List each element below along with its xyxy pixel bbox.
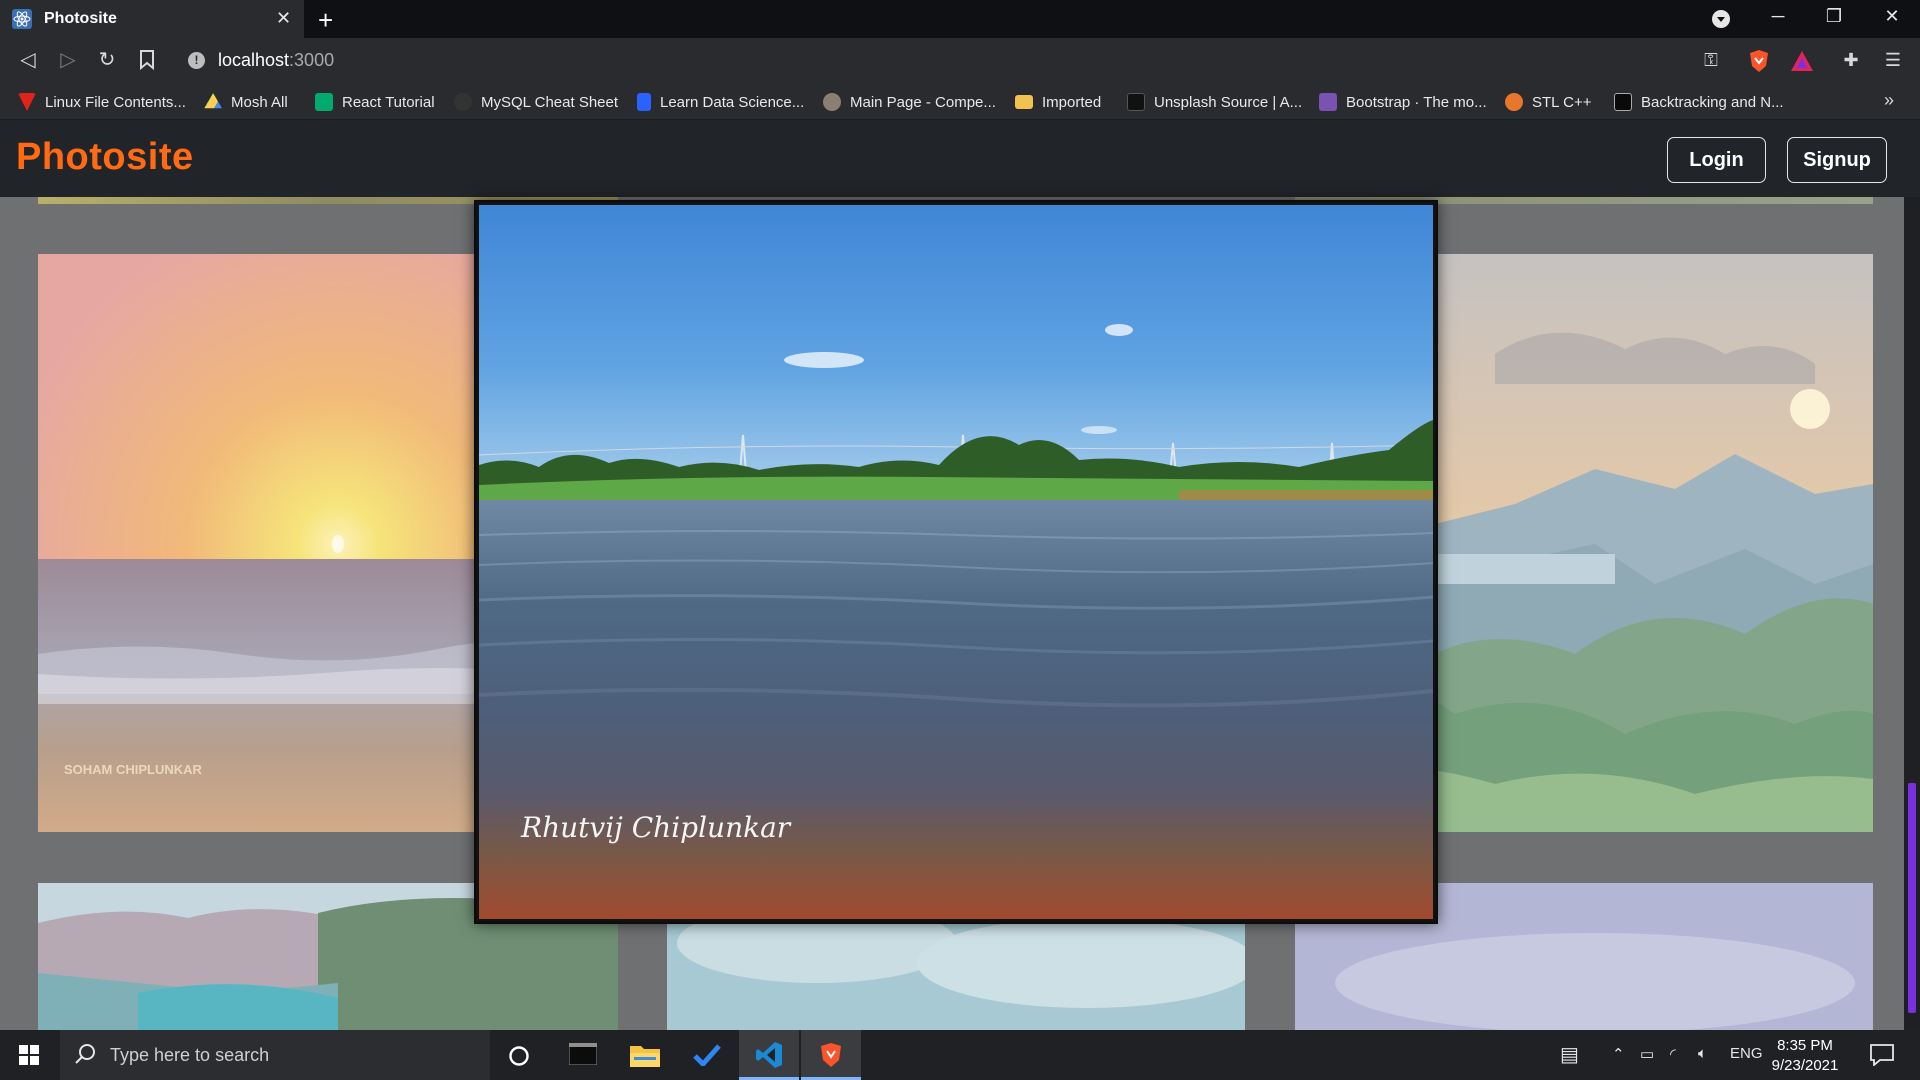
bookmark-item[interactable]: Imported (1015, 92, 1101, 112)
doc-icon (637, 93, 651, 111)
browser-tab[interactable]: Photosite ✕ (0, 0, 304, 38)
terminal-icon (569, 1043, 597, 1065)
play-icon (1614, 93, 1632, 111)
taskbar-search-input[interactable]: Type here to search (60, 1030, 490, 1080)
cortana-icon[interactable] (508, 1045, 530, 1067)
photo-signature: Rhutvij Chiplunkar (520, 811, 792, 844)
notification-icon[interactable] (1870, 1044, 1894, 1066)
vscode-app[interactable] (739, 1030, 799, 1080)
bookmark-item[interactable]: Unsplash Source | A... (1127, 92, 1302, 112)
browser-tab-strip: Photosite ✕ + ─ ❐ ✕ (0, 0, 1920, 38)
news-icon[interactable]: ▤ (1560, 1042, 1579, 1067)
taskbar-clock[interactable]: 8:35 PM 9/23/2021 (1750, 1036, 1860, 1076)
windows-taskbar: Type here to search ▤ ⌃ ▭ ◜ 🔈︎ ENG 8:35 … (0, 1030, 1920, 1080)
wiki-icon (823, 93, 841, 111)
brave-rewards-icon[interactable] (1790, 50, 1814, 72)
tab-title: Photosite (44, 10, 117, 27)
page-scrollbar[interactable] (1904, 197, 1920, 1030)
bookmarks-bar: Linux File Contents... Mosh All React Tu… (0, 82, 1920, 120)
lake-photo: Rhutvij Chiplunkar (479, 205, 1433, 919)
minimize-icon[interactable]: ─ (1758, 6, 1798, 27)
key-icon[interactable]: ⚿ (1698, 47, 1724, 73)
brand-logo[interactable]: Photosite (16, 136, 194, 179)
menu-icon[interactable]: ☰ (1880, 47, 1906, 73)
extensions-icon[interactable]: ✚ (1838, 47, 1864, 73)
wifi-icon[interactable]: ◜ (1670, 1045, 1676, 1063)
bookmark-icon[interactable] (139, 50, 155, 70)
page-viewport: Photosite Login Signup SOHAM CHIPLUNKAR … (0, 120, 1920, 1030)
brave-shields-icon[interactable] (1748, 49, 1770, 73)
checkmark-icon (693, 1044, 721, 1066)
file-explorer-app[interactable] (615, 1030, 675, 1080)
site-info-icon[interactable]: ! (188, 52, 205, 69)
red-triangle-icon (18, 93, 36, 111)
bookmark-item[interactable]: Backtracking and N... (1614, 92, 1784, 112)
terminal-app[interactable] (553, 1030, 613, 1080)
window-close-icon[interactable]: ✕ (1872, 6, 1912, 27)
volume-icon[interactable]: 🔈︎ (1698, 1045, 1707, 1062)
folder-icon (1015, 95, 1033, 109)
bookmark-item[interactable]: Bootstrap · The mo... (1319, 92, 1487, 112)
windows-start-icon[interactable] (19, 1045, 39, 1065)
brave-icon (821, 1043, 841, 1067)
bookmark-item[interactable]: Main Page - Compe... (823, 92, 996, 112)
todo-app[interactable] (677, 1030, 737, 1080)
chevron-up-icon[interactable]: ⌃ (1612, 1045, 1625, 1063)
restore-icon[interactable]: ❐ (1814, 6, 1854, 27)
photo-watermark: SOHAM CHIPLUNKAR (64, 762, 203, 777)
bookmark-item[interactable]: MySQL Cheat Sheet (454, 92, 618, 112)
signup-button[interactable]: Signup (1787, 137, 1887, 183)
w3-icon (315, 93, 333, 111)
search-placeholder: Type here to search (110, 1045, 270, 1065)
bookmark-item[interactable]: Mosh All (204, 92, 288, 112)
login-button[interactable]: Login (1667, 137, 1766, 183)
bookmark-item[interactable]: Learn Data Science... (637, 92, 804, 112)
vscode-icon (756, 1042, 782, 1068)
clock-time: 8:35 PM (1777, 1037, 1833, 1054)
bookmark-item[interactable]: React Tutorial (315, 92, 435, 112)
url-field[interactable]: ! localhost:3000 (178, 44, 1738, 76)
tab-search-icon[interactable] (1711, 9, 1731, 29)
forward-icon[interactable]: ▷ (56, 48, 80, 72)
address-toolbar: ◁ ▷ ↻ ! localhost:3000 ⚿ ✚ ☰ (0, 38, 1920, 82)
back-icon[interactable]: ◁ (16, 48, 40, 72)
search-icon (75, 1044, 95, 1064)
site-navbar: Photosite Login Signup (0, 120, 1920, 197)
bookmark-item[interactable]: STL C++ (1505, 92, 1591, 112)
new-tab-button[interactable]: + (318, 5, 333, 36)
unsplash-icon (1127, 93, 1145, 111)
reload-icon[interactable]: ↻ (95, 48, 119, 72)
google-drive-icon (204, 93, 222, 109)
bookmark-item[interactable]: Linux File Contents... (18, 92, 186, 112)
photo-modal[interactable]: Rhutvij Chiplunkar (474, 200, 1438, 924)
scrollbar-thumb[interactable] (1908, 783, 1916, 1013)
brave-app[interactable] (801, 1030, 861, 1080)
clock-date: 9/23/2021 (1771, 1057, 1839, 1074)
bootstrap-icon (1319, 93, 1337, 111)
bookmarks-overflow-button[interactable]: » (1884, 90, 1894, 111)
react-icon (12, 9, 32, 29)
close-tab-icon[interactable]: ✕ (276, 8, 291, 29)
folder-icon (630, 1046, 660, 1067)
url-text: localhost:3000 (218, 50, 335, 70)
github-icon (454, 93, 472, 111)
gfg-icon (1505, 93, 1523, 111)
battery-icon[interactable]: ▭ (1640, 1045, 1654, 1063)
